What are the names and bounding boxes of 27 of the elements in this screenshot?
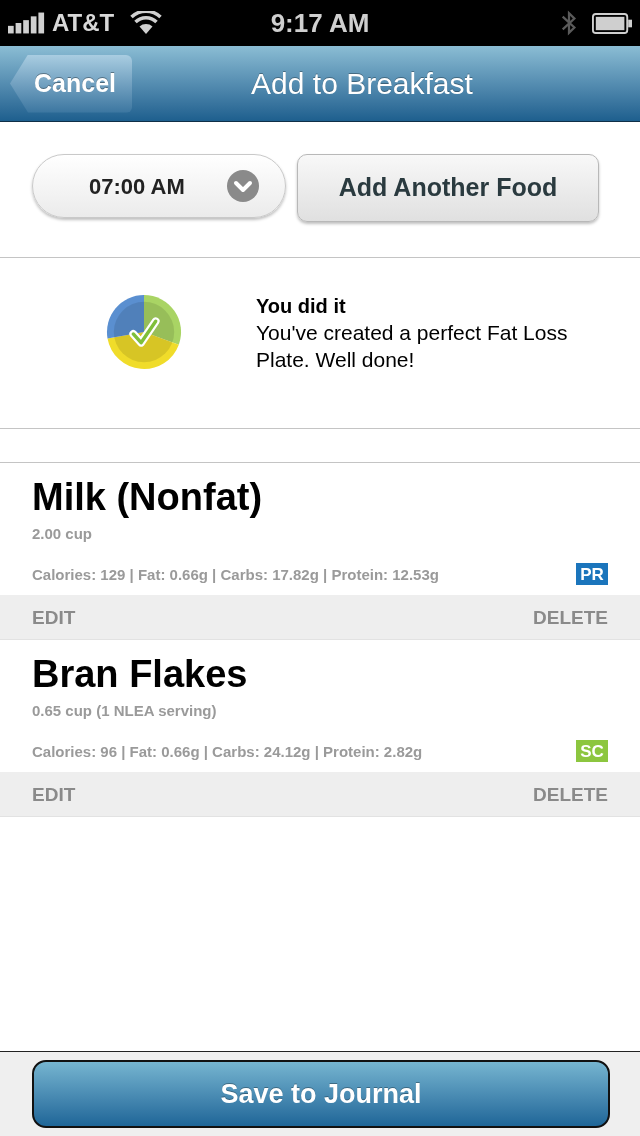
battery-icon	[592, 12, 632, 34]
cancel-button[interactable]: Cancel	[10, 54, 132, 113]
delete-link[interactable]: DELETE	[533, 607, 608, 627]
time-dropdown[interactable]: 07:00 AM	[32, 154, 286, 218]
carrier-name: AT&T	[52, 11, 115, 35]
food-name: Bran Flakes	[32, 652, 249, 696]
edit-link[interactable]: EDIT	[32, 784, 76, 804]
add-food-button[interactable]: Add Another Food	[297, 154, 599, 222]
save-button[interactable]: Save to Journal	[32, 1060, 610, 1128]
clock-time: 9:17 AM	[270, 10, 370, 36]
bluetooth-icon	[560, 9, 578, 37]
delete-link[interactable]: DELETE	[533, 784, 608, 804]
screen-title: Add to Breakfast	[250, 68, 474, 99]
nutrition-summary: Calories: 96 | Fat: 0.66g | Carbs: 24.12g | Protein: 2.82g	[32, 743, 423, 759]
edit-link[interactable]: EDIT	[32, 607, 76, 627]
serving-size: 0.65 cup (1 NLEA serving)	[32, 701, 218, 721]
source-tag: SC	[576, 740, 608, 762]
chevron-down-icon	[227, 170, 259, 202]
food-name: Milk (Nonfat)	[32, 475, 264, 519]
message-text: You've created a perfect Fat Loss Plate. Well done!	[256, 320, 569, 373]
pie-check-icon	[105, 293, 183, 371]
signal-icon	[8, 12, 46, 34]
nutrition-summary: Calories: 129 | Fat: 0.66g | Carbs: 17.82g | Protein: 12.53g	[32, 566, 439, 582]
source-tag: PR	[576, 563, 608, 585]
wifi-icon	[130, 11, 163, 35]
serving-size: 2.00 cup	[32, 524, 94, 544]
message-title: You did it	[256, 294, 347, 319]
